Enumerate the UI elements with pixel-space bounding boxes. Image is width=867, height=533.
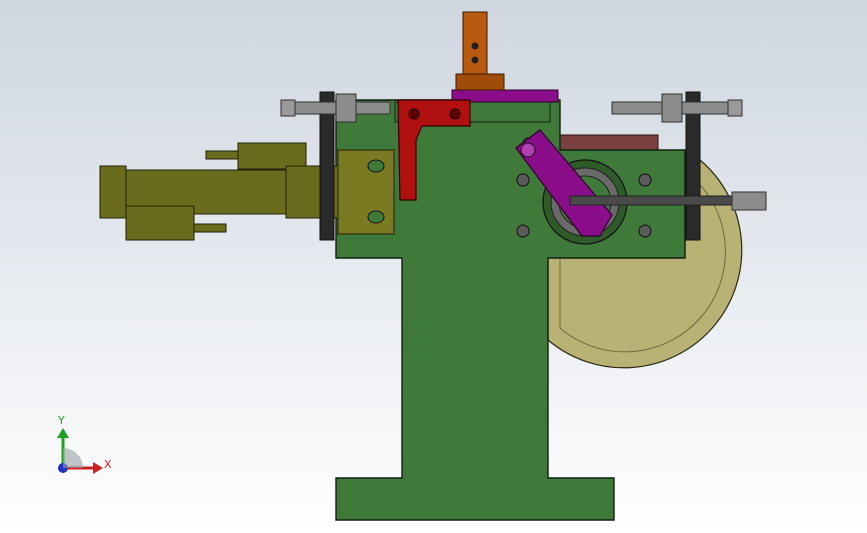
triad-x-label: X [104, 458, 112, 471]
cad-graphics-viewport[interactable]: Y X [0, 0, 867, 533]
assembly-drawing[interactable] [0, 0, 867, 533]
triad-y-label: Y [58, 414, 65, 427]
orange-tab[interactable] [455, 11, 505, 91]
coordinate-triad [57, 428, 103, 474]
pneumatic-cylinder[interactable] [99, 142, 395, 241]
